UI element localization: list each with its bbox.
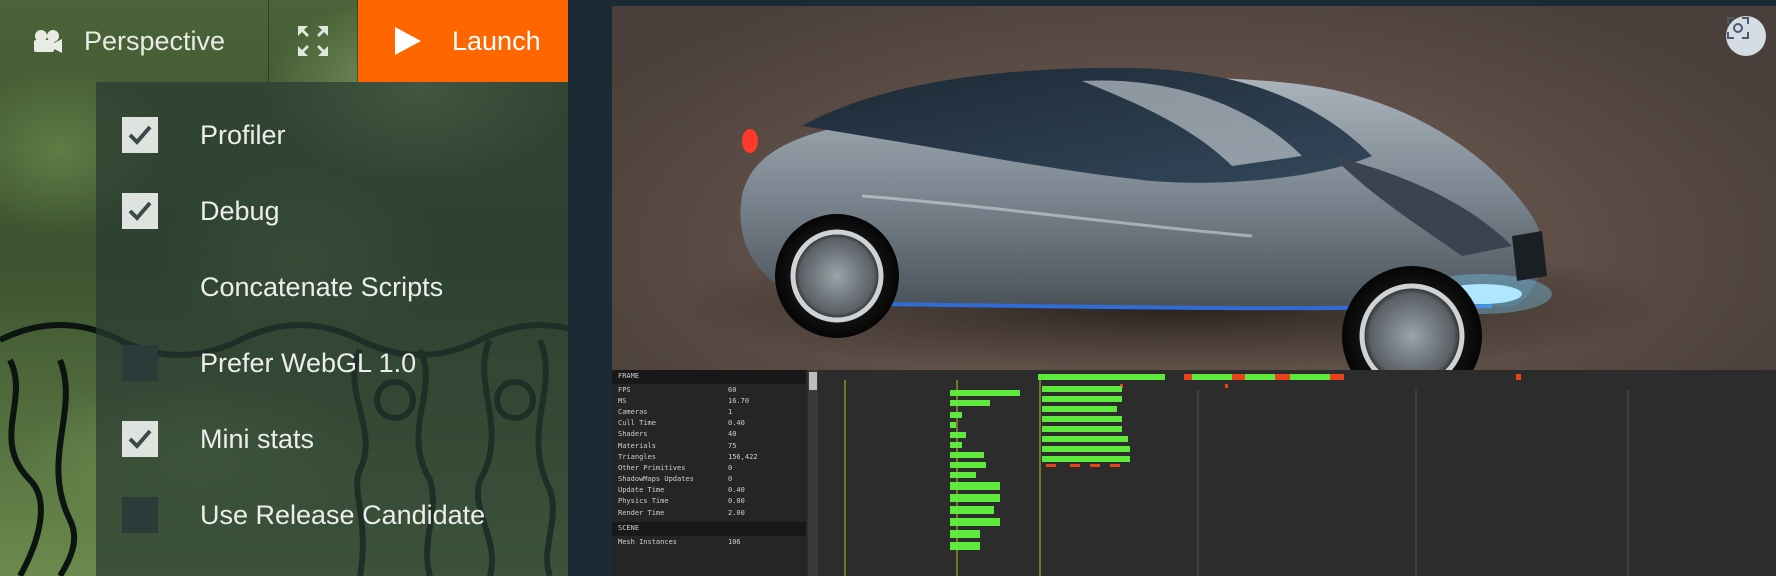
stat-key: Triangles [618, 452, 656, 461]
release-candidate-checkbox[interactable] [122, 497, 158, 533]
stat-key: ShadowMaps Updates [618, 475, 694, 484]
menu-item-concatenate-scripts[interactable]: Concatenate Scripts [96, 249, 568, 325]
checkmark-icon [128, 201, 152, 221]
timeline-bar [1192, 374, 1232, 380]
stats-row: ShadowMaps Updates 0 [612, 474, 806, 485]
stat-value: 0.00 [728, 497, 745, 506]
expand-button[interactable] [268, 0, 358, 82]
stats-row: Materials 75 [612, 440, 806, 451]
stats-row: FPS 60 [612, 384, 806, 395]
menu-item-label: Use Release Candidate [200, 499, 486, 530]
menu-item-label: Mini stats [200, 423, 315, 454]
stat-key: Cull Time [618, 419, 656, 428]
screenshot-icon [1727, 17, 1749, 39]
stat-value: 16.70 [728, 396, 750, 405]
checkmark-icon [128, 429, 152, 449]
menu-item-label: Debug [200, 195, 280, 226]
stat-key: Physics Time [618, 497, 669, 506]
menu-item-label: Prefer WebGL 1.0 [200, 347, 417, 378]
stat-value: 0 [728, 463, 733, 472]
scene-viewport[interactable] [612, 6, 1776, 370]
stats-row: Render Time 2.00 [612, 507, 806, 518]
debug-checkbox[interactable] [122, 193, 158, 229]
timeline-stack [1046, 464, 1120, 467]
stat-key: Materials [618, 441, 656, 450]
menu-item-label: Concatenate Scripts [200, 271, 444, 302]
profiler-checkbox[interactable] [122, 117, 158, 153]
stat-value: 0.40 [728, 486, 745, 495]
stats-section-header: SCENE [612, 522, 806, 537]
stat-key: MS [618, 396, 627, 405]
timeline-bar [1038, 374, 1165, 380]
launch-options-menu: Profiler Debug Concatenate Scripts Prefe… [96, 82, 568, 576]
stat-value: 40 [728, 430, 737, 439]
checkmark-icon [128, 125, 152, 145]
timeline-bar [1245, 374, 1275, 380]
launch-button[interactable]: Launch [358, 0, 568, 82]
menu-item-debug[interactable]: Debug [96, 173, 568, 249]
stat-value: 156,422 [728, 452, 758, 461]
stat-value: 2.00 [728, 508, 745, 517]
stats-scrollbar[interactable] [808, 370, 818, 576]
stats-section-header: FRAME [612, 370, 806, 384]
timeline-stack [1042, 386, 1130, 462]
mini-stats-checkbox[interactable] [122, 421, 158, 457]
editor-toolbar: Perspective Launch [0, 0, 568, 82]
timeline-bar [1516, 374, 1521, 380]
menu-item-release-candidate[interactable]: Use Release Candidate [96, 477, 568, 553]
menu-item-label: Profiler [200, 119, 286, 150]
profiler-panel: FRAME FPS 60 MS 16.70 Cameras 1 Cull Time 0.… [612, 370, 1776, 576]
stat-key: Cameras [618, 407, 648, 416]
stat-key: Shaders [618, 430, 648, 439]
car-render [672, 67, 1672, 370]
stats-row: Cull Time 0.40 [612, 418, 806, 429]
stats-row: Physics Time 0.00 [612, 496, 806, 507]
stat-value: 60 [728, 385, 737, 394]
stats-row: Mesh Instances 106 [612, 536, 806, 547]
stat-value: 0 [728, 475, 733, 484]
concatenate-scripts-checkbox[interactable] [122, 269, 158, 305]
play-icon [395, 27, 421, 55]
stat-key: Update Time [618, 486, 665, 495]
stat-value: 75 [728, 441, 737, 450]
screenshot-button[interactable] [1726, 16, 1766, 56]
menu-item-mini-stats[interactable]: Mini stats [96, 401, 568, 477]
camera-select-button[interactable]: Perspective [0, 0, 268, 82]
timeline-bar [1290, 374, 1330, 380]
stats-row: Cameras 1 [612, 406, 806, 417]
frame-stats-table: FRAME FPS 60 MS 16.70 Cameras 1 Cull Time 0.… [612, 370, 806, 576]
stat-key: Render Time [618, 508, 665, 517]
timeline-stack [950, 390, 1020, 550]
camera-icon [34, 30, 62, 53]
scrollbar-thumb[interactable] [809, 372, 817, 390]
stat-key: Mesh Instances [618, 537, 678, 546]
profiler-timeline [844, 374, 1629, 576]
editor-background: Perspective Launch Profiler Debug Concat… [0, 0, 568, 576]
timeline-bar [1225, 384, 1228, 388]
stat-key: FPS [618, 385, 631, 394]
menu-item-prefer-webgl1[interactable]: Prefer WebGL 1.0 [96, 325, 568, 401]
stats-row: Update Time 0.40 [612, 485, 806, 496]
stat-value: 1 [728, 407, 733, 416]
stats-row: Shaders 40 [612, 429, 806, 440]
expand-icon [298, 26, 328, 56]
stat-value: 106 [728, 537, 741, 546]
stats-row: Other Primitives 0 [612, 462, 806, 473]
menu-item-profiler[interactable]: Profiler [96, 97, 568, 173]
stat-key: Other Primitives [618, 463, 686, 472]
camera-label: Perspective [84, 25, 226, 56]
prefer-webgl1-checkbox[interactable] [122, 345, 158, 381]
stats-row: MS 16.70 [612, 395, 806, 406]
stats-row: Triangles 156,422 [612, 451, 806, 462]
stat-value: 0.40 [728, 419, 745, 428]
launch-label: Launch [452, 25, 541, 56]
